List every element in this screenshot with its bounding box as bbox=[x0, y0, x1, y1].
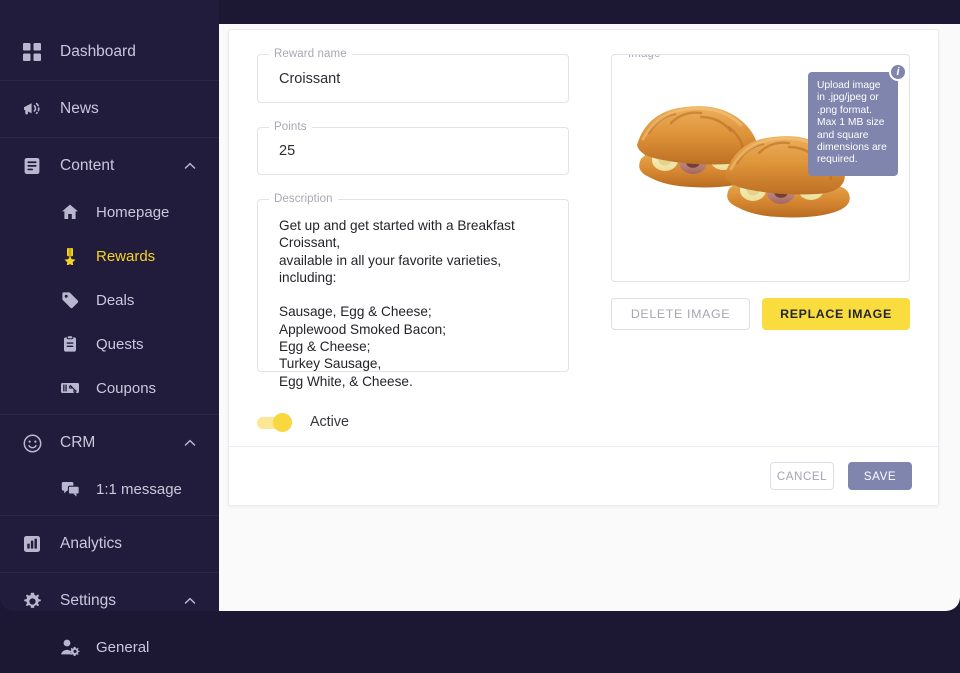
description-field[interactable]: Description Get up and get started with … bbox=[257, 193, 569, 389]
user-settings-icon bbox=[58, 635, 82, 659]
sidebar-item-label: Deals bbox=[96, 291, 135, 309]
card-footer: CANCEL SAVE bbox=[229, 446, 938, 505]
sidebar-item-news[interactable]: News bbox=[0, 85, 219, 133]
sidebar-group-crm: CRM 1:1 message bbox=[0, 415, 219, 515]
home-icon bbox=[58, 200, 82, 224]
sidebar-item-label: General bbox=[96, 638, 150, 656]
gear-icon bbox=[20, 589, 44, 613]
description-legend: Description bbox=[269, 193, 338, 205]
bar-chart-icon bbox=[20, 532, 44, 556]
active-toggle[interactable] bbox=[257, 412, 294, 432]
sidebar-item-quests[interactable]: Quests bbox=[0, 322, 219, 366]
sidebar-item-label: Settings bbox=[60, 592, 117, 609]
image-column: Image Upload image in .jpg/jpeg or .png … bbox=[611, 54, 910, 448]
sidebar-item-label: Coupons bbox=[96, 379, 157, 397]
sidebar-item-deals[interactable]: Deals bbox=[0, 278, 219, 322]
image-field[interactable]: Image Upload image in .jpg/jpeg or .png … bbox=[611, 54, 910, 282]
form-column: Reward name Croissant Points 25 Descript… bbox=[257, 48, 569, 448]
reward-edit-card: Reward name Croissant Points 25 Descript… bbox=[228, 29, 939, 506]
sidebar-item-label: CRM bbox=[60, 434, 96, 451]
sidebar-item-content[interactable]: Content bbox=[0, 142, 219, 190]
chevron-up-icon[interactable] bbox=[183, 594, 197, 608]
main-content: Reward name Croissant Points 25 Descript… bbox=[219, 24, 960, 611]
points-field[interactable]: Points 25 bbox=[257, 121, 569, 175]
chat-bubbles-icon bbox=[58, 477, 82, 501]
sidebar-item-crm[interactable]: CRM bbox=[0, 419, 219, 467]
delete-image-button[interactable]: DELETE IMAGE bbox=[611, 298, 750, 330]
sidebar-item-homepage[interactable]: Homepage bbox=[0, 190, 219, 234]
sidebar-item-label: Analytics bbox=[60, 535, 123, 552]
image-upload-tooltip: Upload image in .jpg/jpeg or .png format… bbox=[808, 63, 907, 176]
coupon-percent-icon bbox=[58, 376, 82, 400]
sidebar-group-dashboard: Dashboard bbox=[0, 24, 219, 80]
reward-name-legend: Reward name bbox=[269, 48, 352, 60]
replace-image-button[interactable]: REPLACE IMAGE bbox=[762, 298, 910, 330]
document-icon bbox=[20, 154, 44, 178]
sidebar-group-content: Content Homepage Rewards Deals Quests Co… bbox=[0, 138, 219, 414]
tag-icon bbox=[58, 288, 82, 312]
cancel-button[interactable]: CANCEL bbox=[770, 462, 834, 490]
sidebar-item-settings[interactable]: Settings bbox=[0, 577, 219, 625]
tooltip-text: Upload image in .jpg/jpeg or .png format… bbox=[817, 80, 887, 166]
active-toggle-row: Active bbox=[257, 412, 349, 432]
sidebar-item-label: Dashboard bbox=[60, 43, 136, 60]
chevron-up-icon[interactable] bbox=[183, 436, 197, 450]
image-actions: DELETE IMAGE REPLACE IMAGE bbox=[611, 298, 910, 330]
app-window: Dashboard News Content Homepage Rewards … bbox=[0, 0, 960, 656]
points-input[interactable]: 25 bbox=[258, 128, 568, 174]
points-legend: Points bbox=[269, 121, 312, 133]
sidebar-item-label: Homepage bbox=[96, 203, 170, 221]
sidebar-group-settings: Settings General bbox=[0, 573, 219, 673]
reward-name-input[interactable]: Croissant bbox=[258, 55, 568, 102]
medal-icon bbox=[58, 244, 82, 268]
sidebar-item-rewards[interactable]: Rewards bbox=[0, 234, 219, 278]
chevron-up-icon[interactable] bbox=[183, 159, 197, 173]
sidebar-item-dashboard[interactable]: Dashboard bbox=[0, 28, 219, 76]
sidebar-item-label: 1:1 message bbox=[96, 480, 182, 498]
reward-name-field[interactable]: Reward name Croissant bbox=[257, 48, 569, 103]
sidebar-item-coupons[interactable]: Coupons bbox=[0, 366, 219, 410]
info-icon[interactable]: i bbox=[889, 63, 907, 81]
toggle-knob bbox=[273, 412, 292, 432]
sidebar-item-1-1-message[interactable]: 1:1 message bbox=[0, 467, 219, 511]
sidebar-group-news: News bbox=[0, 81, 219, 137]
description-textarea[interactable]: Get up and get started with a Breakfast … bbox=[258, 200, 568, 390]
sidebar-item-analytics[interactable]: Analytics bbox=[0, 520, 219, 568]
sidebar: Dashboard News Content Homepage Rewards … bbox=[0, 0, 219, 656]
sidebar-item-label: Content bbox=[60, 157, 115, 174]
sidebar-item-label: News bbox=[60, 100, 99, 117]
sidebar-item-label: Quests bbox=[96, 335, 144, 353]
active-toggle-label: Active bbox=[310, 414, 349, 430]
grid-icon bbox=[20, 40, 44, 64]
sidebar-item-general[interactable]: General bbox=[0, 625, 219, 669]
clipboard-icon bbox=[58, 332, 82, 356]
sidebar-item-label: Rewards bbox=[96, 247, 156, 265]
megaphone-icon bbox=[20, 97, 44, 121]
save-button[interactable]: SAVE bbox=[848, 462, 912, 490]
card-body: Reward name Croissant Points 25 Descript… bbox=[229, 30, 938, 448]
smiley-icon bbox=[20, 431, 44, 455]
sidebar-group-analytics: Analytics bbox=[0, 516, 219, 572]
